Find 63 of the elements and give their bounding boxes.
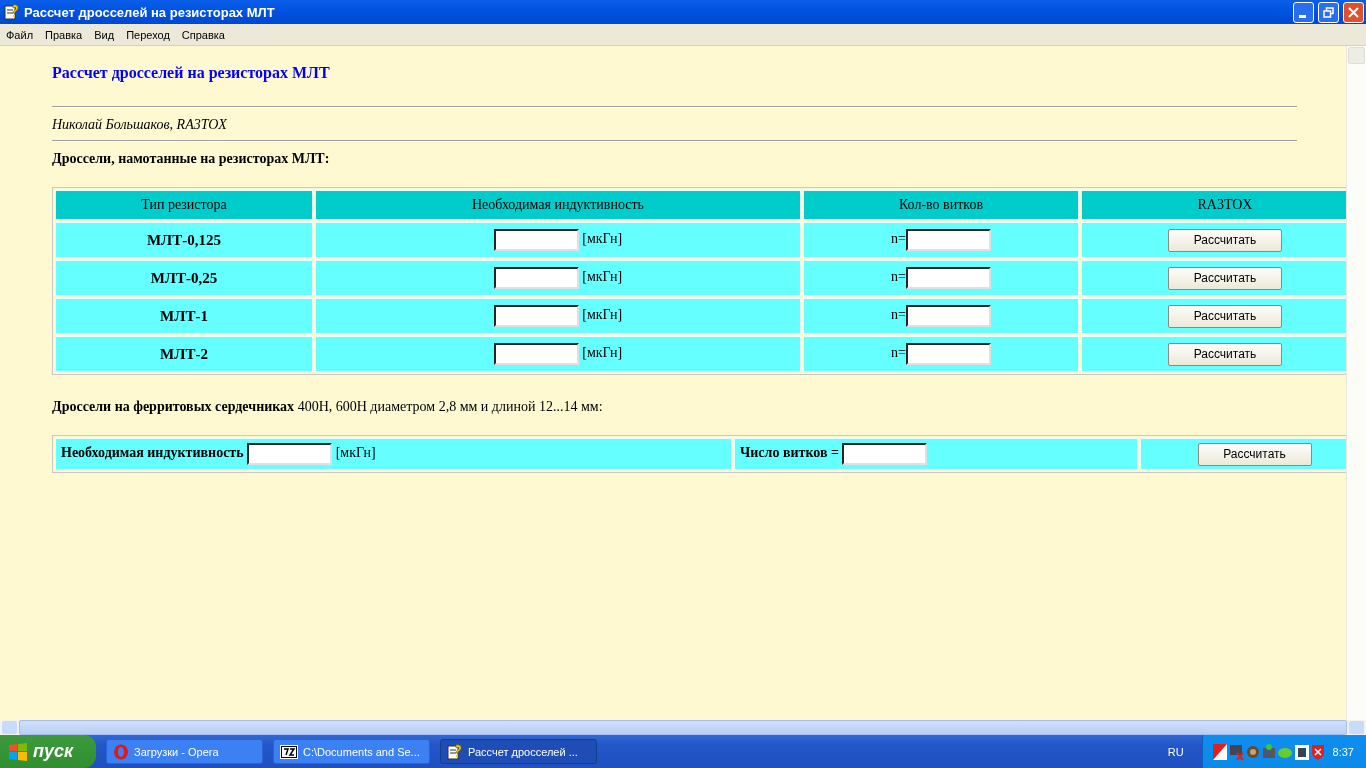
column-header: Кол-во витков [803,190,1079,220]
turns-label: n= [891,345,906,361]
menu-item[interactable]: Справка [175,28,231,41]
page-heading: Рассчет дросселей на резисторах МЛТ [52,64,330,82]
section-text: Дроссели на ферритовых сердечниках 400Н, 600Н диаметром 2,8 мм и длиной 12...14 мм: [52,399,603,415]
column-header: Тип резистора [55,190,313,220]
turns-field[interactable] [905,229,991,251]
turns-label: Число витков = [740,445,839,461]
document-question-icon [447,743,463,760]
inductance-field[interactable] [493,305,579,327]
table-cell: МЛТ-0,125 [55,222,313,258]
horizontal-scrollbar[interactable] [0,720,1366,735]
restore-button[interactable] [1318,1,1339,23]
unit-label: [мкГн] [582,231,623,247]
inductance-field[interactable] [493,267,579,289]
menu-item[interactable]: Файл [0,28,40,41]
inductance-field[interactable] [493,229,579,251]
turns-label: n= [891,231,906,247]
calculate-button[interactable]: Рассчитать [1168,342,1282,366]
inductance-field[interactable] [247,443,333,465]
ring-icon [113,743,129,760]
column-header: RA3TOX [1081,190,1346,220]
start-button[interactable]: пуск [0,735,96,768]
close-button[interactable] [1343,1,1364,23]
unit-label: [мкГн] [582,345,623,361]
column-header: Необходимая индуктивность [315,190,801,220]
archive-icon [280,744,298,759]
document-question-icon [4,4,20,20]
turns-field[interactable] [905,305,991,327]
menu-item[interactable]: Вид [88,28,121,41]
unit-label: [мкГн] [335,445,376,461]
turns-field[interactable] [842,443,928,465]
restore-icon [1323,6,1334,18]
table-cell: МЛТ-2 [55,336,313,372]
taskbar-button[interactable]: Загрузки - Opera [106,739,263,764]
inductance-label: Необходимая индуктивность [61,445,244,461]
menu-item[interactable]: Правка [39,28,89,41]
calculate-button[interactable]: Рассчитать [1197,442,1312,466]
close-icon [1348,6,1359,18]
unit-label: [мкГн] [582,269,623,285]
taskbar-button[interactable]: Рассчет дросселей ... [440,739,597,764]
window-title: Рассчет дросселей на резисторах МЛТ [24,4,276,20]
author-line: Николай Большаков, RA3TOX [52,117,227,133]
turns-field[interactable] [905,267,991,289]
turns-field[interactable] [905,343,991,365]
menu-item[interactable]: Переход [120,28,176,41]
table-cell: МЛТ-1 [55,298,313,334]
language-indicator[interactable]: RU [1167,745,1184,758]
calculate-button[interactable]: Рассчитать [1168,304,1282,328]
clock: 8:37 [1332,745,1354,758]
calculate-button[interactable]: Рассчитать [1168,266,1282,290]
turns-label: n= [891,269,906,285]
windows-flag-icon [8,742,28,761]
vertical-scrollbar[interactable] [1346,46,1366,720]
turns-label: n= [891,307,906,323]
minimize-button[interactable] [1293,1,1314,23]
taskbar-button[interactable]: C:\Documents and Se... [273,739,430,764]
unit-label: [мкГн] [582,307,623,323]
section-heading: Дроссели, намотанные на резисторах МЛТ: [52,151,330,167]
minimize-icon [1299,14,1306,18]
inductance-field[interactable] [493,343,579,365]
calculate-button[interactable]: Рассчитать [1168,228,1282,252]
table-cell: МЛТ-0,25 [55,260,313,296]
